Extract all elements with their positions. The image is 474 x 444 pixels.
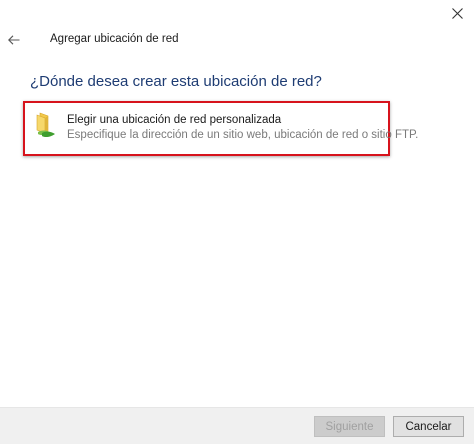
next-button[interactable]: Siguiente: [314, 416, 385, 437]
cancel-button[interactable]: Cancelar: [393, 416, 464, 437]
custom-network-location-option[interactable]: Elegir una ubicación de red personalizad…: [23, 101, 418, 156]
close-icon: [451, 7, 463, 19]
page-heading: ¿Dónde desea crear esta ubicación de red…: [30, 73, 322, 90]
footer-bar: Siguiente Cancelar: [0, 407, 474, 444]
network-folder-icon: [36, 112, 55, 138]
option-description: Especifique la dirección de un sitio web…: [67, 129, 419, 141]
option-title: Elegir una ubicación de red personalizad…: [67, 114, 282, 126]
close-button[interactable]: [440, 0, 474, 26]
back-arrow-icon: [8, 35, 20, 45]
back-button[interactable]: [4, 32, 24, 48]
window-title: Agregar ubicación de red: [50, 33, 179, 45]
